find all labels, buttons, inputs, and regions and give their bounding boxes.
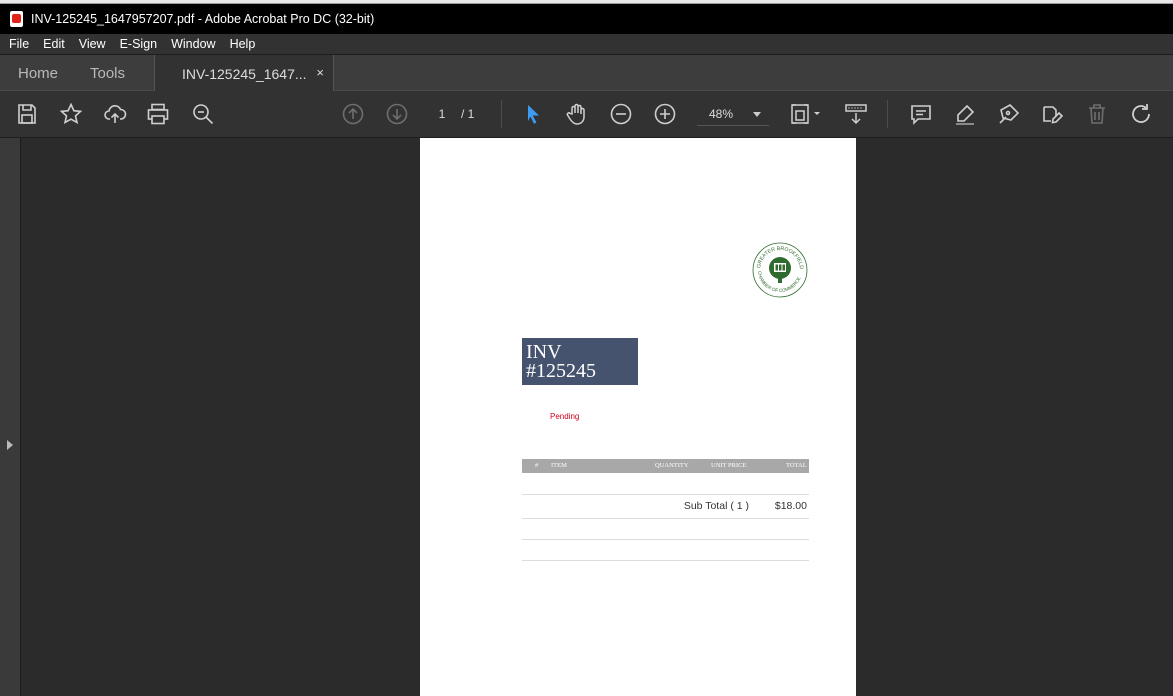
column-quantity: QUANTITY (655, 462, 689, 469)
column-unit-price: UNIT PRICE (711, 462, 747, 469)
page-fit-icon[interactable] (789, 102, 823, 126)
menu-window[interactable]: Window (164, 37, 222, 51)
acrobat-logo-icon (10, 11, 23, 27)
upload-cloud-icon[interactable] (103, 102, 127, 126)
title-bar: INV-125245_1647957207.pdf - Adobe Acroba… (0, 4, 1173, 34)
menu-file[interactable]: File (2, 37, 36, 51)
table-divider (522, 560, 809, 561)
draw-icon[interactable] (997, 102, 1021, 126)
zoom-level-select[interactable]: 48% (697, 102, 769, 126)
expand-panel-icon[interactable] (7, 440, 13, 450)
window-title: INV-125245_1647957207.pdf - Adobe Acroba… (31, 12, 375, 26)
zoom-search-icon[interactable] (191, 102, 215, 126)
column-total: TOTAL (786, 462, 807, 469)
toolbar-divider (501, 100, 502, 128)
pdf-page: GREATER BROOKFIELD CHAMBER OF COMMERCE I… (420, 138, 856, 696)
chevron-down-icon (753, 112, 761, 117)
subtotal-label: Sub Total ( 1 ) (683, 500, 749, 512)
toolbar-divider (887, 100, 888, 128)
table-divider (522, 539, 809, 540)
left-panel-rail (0, 138, 21, 696)
page-down-icon[interactable] (385, 102, 409, 126)
table-divider (522, 518, 809, 519)
tab-document[interactable]: INV-125245_1647... × (154, 55, 334, 92)
chamber-of-commerce-logo: GREATER BROOKFIELD CHAMBER OF COMMERCE (751, 241, 809, 299)
menu-view[interactable]: View (72, 37, 113, 51)
column-number: # (535, 462, 539, 469)
highlight-icon[interactable] (953, 102, 977, 126)
scroll-mode-icon[interactable] (844, 102, 868, 126)
page-up-icon[interactable] (341, 102, 365, 126)
invoice-table-header: # ITEM QUANTITY UNIT PRICE TOTAL (522, 459, 809, 473)
invoice-status: Pending (550, 412, 580, 421)
column-item: ITEM (551, 462, 567, 469)
page-total: / 1 (461, 107, 475, 121)
tab-document-label: INV-125245_1647... (182, 65, 307, 82)
table-divider (522, 494, 809, 495)
invoice-number: #125245 (526, 360, 596, 382)
page-number-input[interactable]: 1 (428, 104, 456, 124)
menu-bar: File Edit View E-Sign Window Help (0, 34, 1173, 55)
save-icon[interactable] (15, 102, 39, 126)
zoom-out-icon[interactable] (609, 102, 633, 126)
tab-tools[interactable]: Tools (90, 55, 125, 91)
zoom-level-value: 48% (709, 107, 734, 121)
rotate-icon[interactable] (1129, 102, 1153, 126)
menu-edit[interactable]: Edit (36, 37, 72, 51)
menu-esign[interactable]: E-Sign (113, 37, 165, 51)
bookmark-star-icon[interactable] (59, 102, 83, 126)
menu-help[interactable]: Help (223, 37, 263, 51)
print-icon[interactable] (146, 102, 170, 126)
zoom-in-icon[interactable] (653, 102, 677, 126)
tab-home[interactable]: Home (18, 55, 58, 91)
hand-icon[interactable] (565, 102, 589, 126)
delete-icon[interactable] (1085, 102, 1109, 126)
select-pointer-icon[interactable] (521, 102, 545, 126)
fill-sign-icon[interactable] (1041, 102, 1065, 126)
tab-bar: Home Tools INV-125245_1647... × (0, 55, 1173, 92)
subtotal-value: $18.00 (774, 500, 807, 512)
close-tab-icon[interactable]: × (316, 65, 324, 80)
subtotal-row: Sub Total ( 1 ) $18.00 (522, 500, 809, 514)
toolbar: 1 / 1 48% (0, 91, 1173, 138)
comment-icon[interactable] (909, 102, 933, 126)
invoice-number-header: INV #125245 (522, 338, 638, 385)
